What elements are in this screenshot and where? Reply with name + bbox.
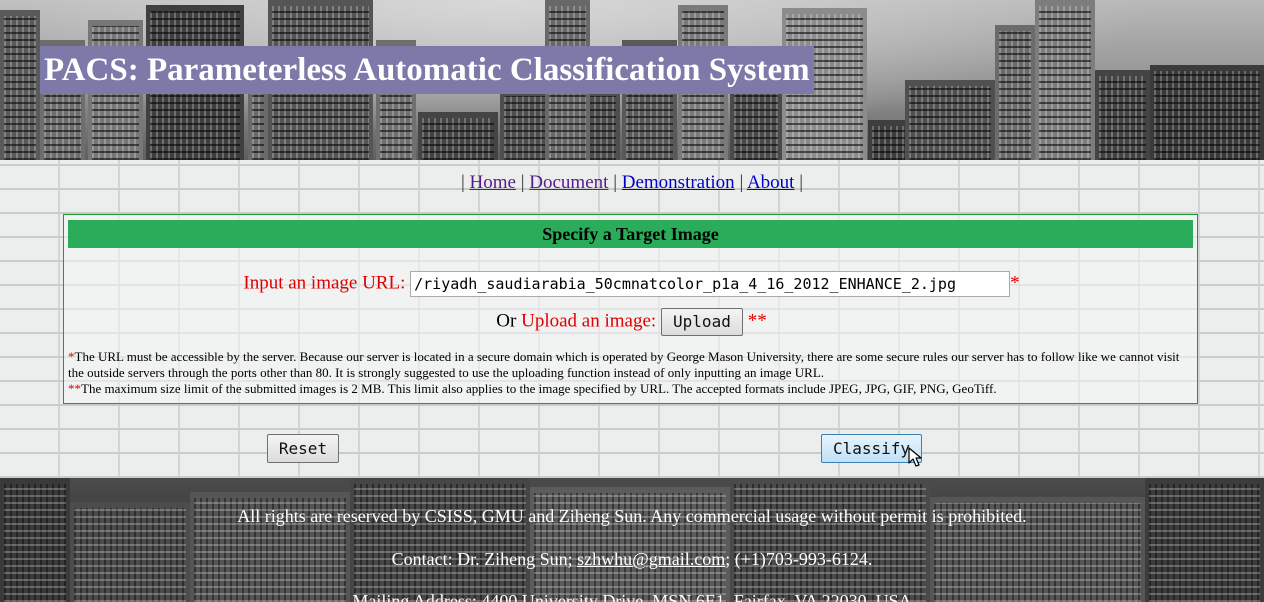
upload-row: Or Upload an image: Upload **: [64, 308, 1199, 336]
building: [905, 80, 995, 160]
email-link[interactable]: szhwhu@gmail.com: [577, 549, 725, 569]
upload-label: Upload an image:: [521, 310, 657, 332]
building: [995, 25, 1035, 160]
building: [730, 478, 930, 602]
nav-link-about[interactable]: About: [747, 172, 795, 193]
nav-link-document[interactable]: Document: [529, 172, 608, 193]
building: [350, 478, 530, 602]
image-url-input[interactable]: /riyadh_saudiarabia_50cmnatcolor_p1a_4_1…: [410, 271, 1011, 297]
note-url: *The URL must be accessible by the serve…: [68, 349, 1193, 381]
building: [530, 487, 730, 602]
url-row: Input an image URL: /riyadh_saudiarabia_…: [64, 271, 1199, 297]
contact-prefix: Contact: Dr. Ziheng Sun;: [391, 549, 573, 569]
note-size: **The maximum size limit of the submitte…: [68, 381, 1193, 397]
footer-contact: Contact: Dr. Ziheng Sun; szhwhu@gmail.co…: [0, 549, 1264, 570]
nav-separator: |: [520, 172, 525, 193]
mouse-cursor-icon: [908, 447, 922, 467]
nav-link-demonstration[interactable]: Demonstration: [622, 172, 735, 193]
building: [1150, 65, 1264, 160]
building: [1035, 0, 1095, 160]
footer-banner: All rights are reserved by CSISS, GMU an…: [0, 478, 1264, 602]
nav-separator: |: [460, 172, 465, 193]
panel-heading: Specify a Target Image: [68, 220, 1193, 248]
header-banner: PACS: Parameterless Automatic Classifica…: [0, 0, 1264, 160]
building: [418, 112, 498, 160]
notes: *The URL must be accessible by the serve…: [68, 349, 1193, 397]
note-size-text: The maximum size limit of the submitted …: [81, 381, 997, 396]
note-url-text: The URL must be accessible by the server…: [68, 349, 1180, 380]
nav-separator: |: [613, 172, 617, 193]
footer-rights: All rights are reserved by CSISS, GMU an…: [237, 506, 1027, 526]
nav-separator: |: [799, 172, 804, 193]
required-asterisk: *: [1010, 272, 1020, 294]
nav-link-home[interactable]: Home: [470, 172, 516, 193]
nav-separator: |: [739, 172, 744, 193]
url-label: Input an image URL:: [243, 272, 406, 294]
building: [0, 10, 40, 160]
reset-button[interactable]: Reset: [267, 434, 339, 463]
required-double-asterisk: **: [747, 310, 767, 332]
footer-address: Mailing Address: 4400 University Drive, …: [352, 591, 912, 602]
contact-phone: ; (+1)703-993-6124.: [725, 549, 873, 569]
building: [1145, 478, 1264, 602]
upload-prefix: Or: [496, 310, 517, 332]
target-image-panel: Specify a Target Image Input an image UR…: [63, 214, 1198, 404]
building: [0, 478, 70, 602]
building: [1095, 70, 1150, 160]
nav-bar: | Home | Document | Demonstration | Abou…: [0, 172, 1264, 194]
page-title: PACS: Parameterless Automatic Classifica…: [40, 46, 814, 94]
note-double-asterisk: **: [68, 381, 81, 396]
classify-button[interactable]: Classify: [821, 434, 922, 463]
upload-button[interactable]: Upload: [660, 308, 743, 336]
